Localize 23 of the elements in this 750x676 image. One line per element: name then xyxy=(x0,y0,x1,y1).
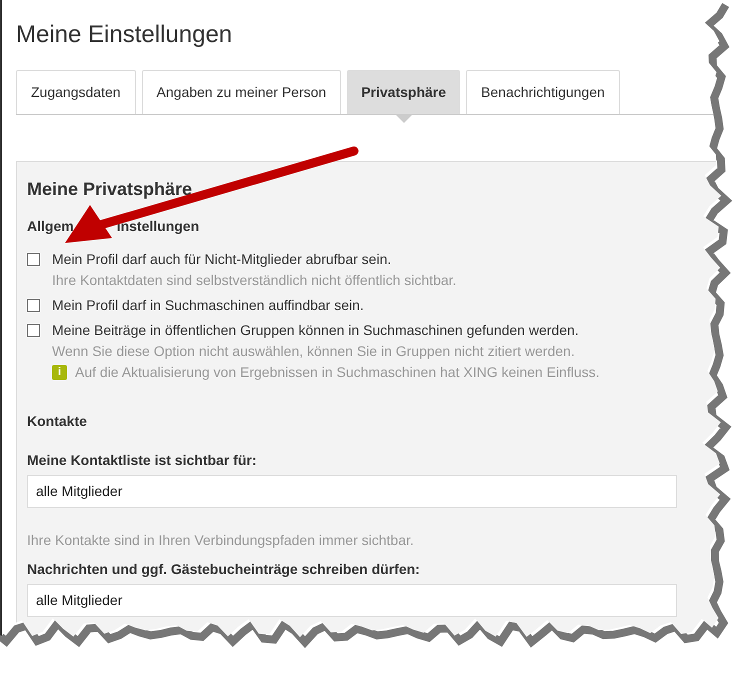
page-title: Meine Einstellungen xyxy=(16,20,234,50)
select-field[interactable]: alle Mitglieder xyxy=(27,584,677,617)
section-heading: Allgem xyxy=(27,217,74,236)
tab[interactable]: Zugangsdaten xyxy=(16,70,136,114)
panel-title: Meine Privatsphäre xyxy=(27,178,194,200)
checkbox[interactable] xyxy=(27,253,40,266)
option-label: Meine Beiträge in öffentlichen Gruppen können in Suchmaschinen gefunden werden. xyxy=(52,322,580,339)
section-heading: instellungen xyxy=(116,217,200,236)
option-label: Mein Profil darf auch für Nicht-Mitglieder abrufbar sein. xyxy=(52,251,392,268)
option-hint: Wenn Sie diese Option nicht auswählen, können Sie in Gruppen nicht zitiert werden. xyxy=(52,343,576,360)
info-icon: i xyxy=(52,365,67,380)
option-hint: Ihre Kontaktdaten sind selbstverständlich nicht öffentlich sichtbar. xyxy=(52,272,456,289)
tab[interactable]: Angaben zu meiner Person xyxy=(142,70,342,114)
checkbox[interactable] xyxy=(27,299,40,312)
checkbox[interactable] xyxy=(27,324,40,337)
tab[interactable]: Benachrichtigungen xyxy=(466,70,620,114)
select-field[interactable]: alle Mitglieder xyxy=(27,475,677,508)
info-text: Auf die Aktualisierung von Ergebnissen in Suchmaschinen hat XING keinen Einfluss. xyxy=(75,364,600,381)
field-note: Ihre Kontakte sind in Ihren Verbindungspfaden immer sichtbar. xyxy=(27,531,414,550)
field-label: Nachrichten und ggf. Gästebucheinträge schreiben dürfen: xyxy=(27,560,420,579)
section-heading: Kontakte xyxy=(27,412,87,431)
field-label: Meine Kontaktliste ist sichtbar für: xyxy=(27,451,256,470)
option-label: Mein Profil darf in Suchmaschinen auffindbar sein. xyxy=(52,297,364,314)
